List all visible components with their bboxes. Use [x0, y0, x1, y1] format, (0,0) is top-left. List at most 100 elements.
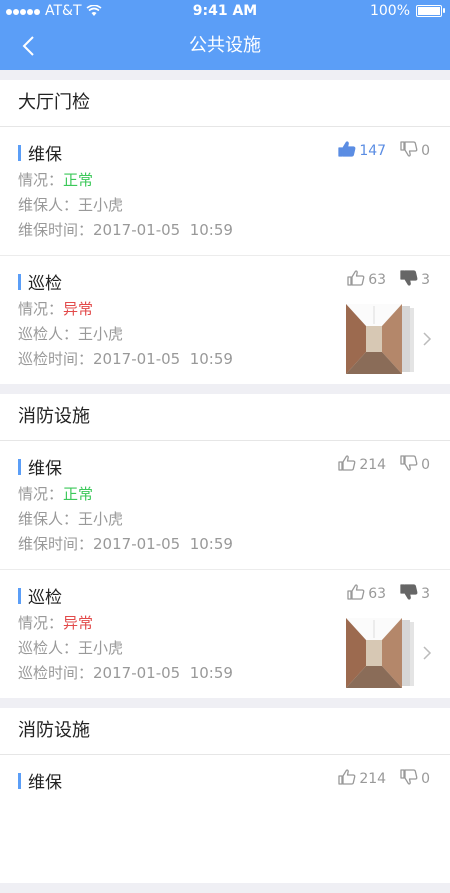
- time-line: 巡检时间：2017-01-05 10:59: [18, 348, 233, 369]
- like-count: 63: [368, 272, 387, 288]
- dislike-button[interactable]: 0: [400, 141, 430, 161]
- like-count: 63: [368, 586, 387, 602]
- person-line: 巡检人：王小虎: [18, 637, 123, 658]
- status-value: 正常: [63, 171, 94, 189]
- record-item[interactable]: 巡检 63 3 情况：异常 巡检人：王小虎 巡检时间：2017-01-05 10…: [0, 256, 450, 384]
- section-title: 消防设施: [0, 708, 450, 755]
- like-button[interactable]: 214: [338, 455, 386, 475]
- record-type: 维保: [18, 140, 62, 165]
- dislike-count: 0: [421, 771, 430, 787]
- inspection-photo[interactable]: [346, 304, 414, 374]
- section-title: 消防设施: [0, 394, 450, 441]
- time-value: 2017-01-05 10:59: [93, 350, 233, 368]
- time-line: 巡检时间：2017-01-05 10:59: [18, 662, 233, 683]
- dislike-button[interactable]: 0: [400, 769, 430, 789]
- record-type: 维保: [18, 454, 62, 479]
- thumbs-down-icon: [400, 270, 418, 290]
- chevron-right-icon[interactable]: [422, 331, 432, 351]
- thumbs-up-icon: [347, 584, 365, 604]
- thumbs-down-icon: [400, 455, 418, 475]
- person-label: 维保人：: [18, 510, 79, 528]
- facility-section: 消防设施 维保 214 0 情况：正常 维保人：王小虎 维保时间：2017-01…: [0, 394, 450, 698]
- facility-section: 消防设施 维保 214 0: [0, 708, 450, 883]
- thumbs-up-icon: [347, 270, 365, 290]
- thumbs-down-icon: [400, 584, 418, 604]
- record-type-label: 巡检: [28, 588, 62, 608]
- time-value: 2017-01-05 10:59: [93, 664, 233, 682]
- status-value: 异常: [63, 300, 94, 318]
- accent-bar: [18, 458, 21, 475]
- dislike-count: 3: [421, 586, 430, 602]
- record-type-label: 维保: [28, 773, 62, 793]
- time-label: 维保时间：: [18, 535, 94, 553]
- battery-icon: [416, 5, 445, 17]
- dislike-button[interactable]: 3: [400, 584, 430, 604]
- chevron-right-icon[interactable]: [422, 645, 432, 665]
- page-title: 公共设施: [189, 35, 261, 56]
- status-label: 情况：: [18, 485, 64, 503]
- time-label: 巡检时间：: [18, 664, 94, 682]
- status-label: 情况：: [18, 171, 64, 189]
- record-type-label: 维保: [28, 145, 62, 165]
- accent-bar: [18, 144, 21, 161]
- record-item[interactable]: 维保 214 0 情况：正常 维保人：王小虎 维保时间：2017-01-05 1…: [0, 441, 450, 570]
- status-value: 异常: [63, 614, 94, 632]
- record-type: 巡检: [18, 269, 62, 294]
- accent-bar: [18, 587, 21, 604]
- battery-percent: 100%: [369, 3, 410, 19]
- time-line: 维保时间：2017-01-05 10:59: [18, 219, 233, 240]
- record-type-label: 巡检: [28, 274, 62, 294]
- record-item[interactable]: 维保 214 0: [0, 755, 450, 883]
- accent-bar: [18, 772, 21, 789]
- record-item[interactable]: 维保 147 0 情况：正常 维保人：王小虎 维保时间：2017-01-05 1…: [0, 127, 450, 256]
- inspection-photo[interactable]: [346, 618, 414, 688]
- time-value: 2017-01-05 10:59: [93, 535, 233, 553]
- time-value: 2017-01-05 10:59: [93, 221, 233, 239]
- dislike-count: 3: [421, 272, 430, 288]
- person-value: 王小虎: [78, 325, 124, 343]
- dislike-button[interactable]: 3: [400, 270, 430, 290]
- person-value: 王小虎: [78, 639, 124, 657]
- person-label: 巡检人：: [18, 639, 79, 657]
- like-count: 214: [359, 771, 387, 787]
- person-label: 维保人：: [18, 196, 79, 214]
- status-label: 情况：: [18, 300, 64, 318]
- record-type-label: 维保: [28, 459, 62, 479]
- facility-section: 大厅门检 维保 147 0 情况：正常 维保人：王小虎 维保时间：2017-01…: [0, 80, 450, 384]
- person-value: 王小虎: [78, 196, 124, 214]
- person-value: 王小虎: [78, 510, 124, 528]
- status-line: 情况：异常: [18, 612, 93, 633]
- dislike-count: 0: [421, 457, 430, 473]
- person-line: 维保人：王小虎: [18, 194, 123, 215]
- like-button[interactable]: 63: [347, 270, 386, 290]
- accent-bar: [18, 273, 21, 290]
- nav-bar: 公共设施: [0, 22, 450, 70]
- person-label: 巡检人：: [18, 325, 79, 343]
- section-title: 大厅门检: [0, 80, 450, 127]
- time-line: 维保时间：2017-01-05 10:59: [18, 533, 233, 554]
- time-label: 巡检时间：: [18, 350, 94, 368]
- like-button[interactable]: 63: [347, 584, 386, 604]
- status-value: 正常: [63, 485, 94, 503]
- dislike-button[interactable]: 0: [400, 455, 430, 475]
- person-line: 维保人：王小虎: [18, 508, 123, 529]
- thumbs-down-icon: [400, 141, 418, 161]
- like-count: 147: [359, 143, 387, 159]
- thumbs-up-icon: [338, 141, 356, 161]
- record-item[interactable]: 巡检 63 3 情况：异常 巡检人：王小虎 巡检时间：2017-01-05 10…: [0, 570, 450, 698]
- status-label: 情况：: [18, 614, 64, 632]
- thumbs-up-icon: [338, 455, 356, 475]
- like-button[interactable]: 214: [338, 769, 386, 789]
- person-line: 巡检人：王小虎: [18, 323, 123, 344]
- record-type: 巡检: [18, 583, 62, 608]
- record-type: 维保: [18, 768, 62, 793]
- status-bar: AT&T 9:41 AM 100%: [0, 0, 450, 22]
- thumbs-up-icon: [338, 769, 356, 789]
- status-line: 情况：异常: [18, 298, 93, 319]
- like-button[interactable]: 147: [338, 141, 386, 161]
- dislike-count: 0: [421, 143, 430, 159]
- status-line: 情况：正常: [18, 483, 93, 504]
- time-label: 维保时间：: [18, 221, 94, 239]
- status-line: 情况：正常: [18, 169, 93, 190]
- thumbs-down-icon: [400, 769, 418, 789]
